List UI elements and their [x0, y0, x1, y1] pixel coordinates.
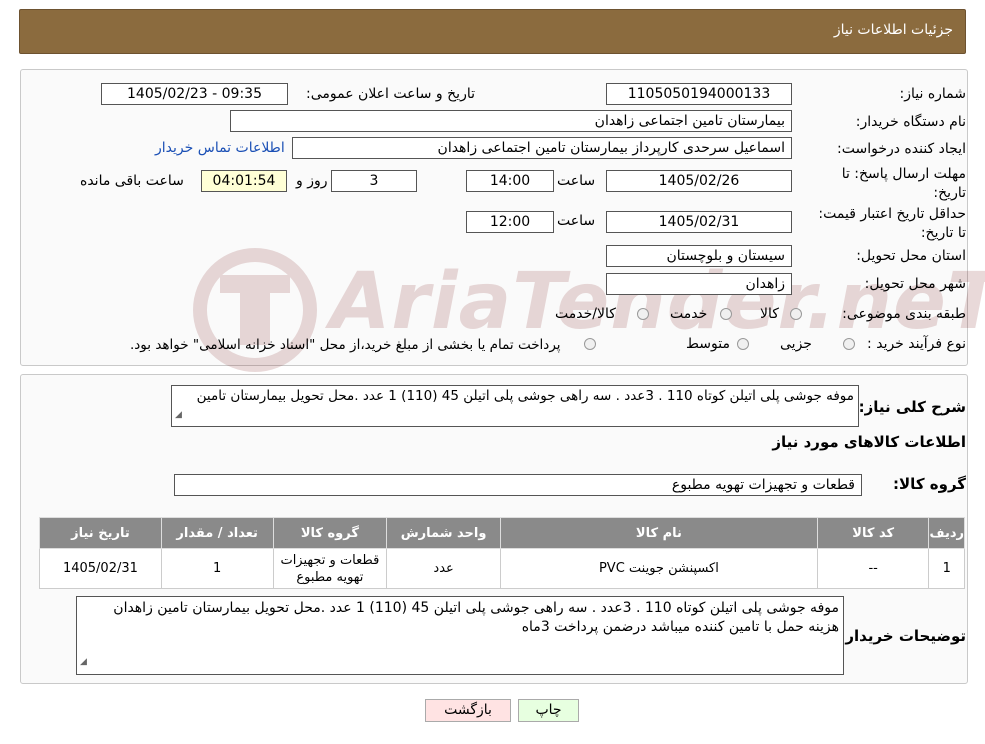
category-radio-goods-service[interactable]	[637, 308, 649, 320]
deadline-label: مهلت ارسال پاسخ: تا تاریخ:	[841, 166, 966, 201]
page-header: جزئیات اطلاعات نیاز	[19, 9, 966, 54]
cell-goods-name: اکسپنشن جوینت PVC	[499, 548, 818, 589]
city-field: زاهدان	[606, 273, 792, 295]
col-unit: واحد شمارش	[386, 517, 501, 549]
category-option-service: خدمت	[670, 306, 708, 322]
cell-goods-code: --	[816, 548, 930, 589]
col-goods-code: کد کالا	[816, 517, 930, 549]
remaining-label: ساعت باقی مانده	[80, 173, 184, 189]
need-number-label: شماره نیاز:	[899, 86, 967, 102]
deadline-time-field: 14:00	[466, 170, 554, 192]
min-valid-date-field: 1405/02/31	[606, 211, 792, 233]
cell-row-number: 1	[928, 548, 965, 589]
resize-handle-icon[interactable]: ◢	[175, 407, 182, 424]
requester-label: ایجاد کننده درخواست:	[837, 141, 966, 157]
goods-table: ردیف کد کالا نام کالا واحد شمارش گروه کا…	[39, 517, 965, 589]
province-field: سیستان و بلوچستان	[606, 245, 792, 267]
process-option-partial: جزیی	[780, 336, 812, 352]
remaining-time-field: 04:01:54	[201, 170, 287, 192]
buyer-org-field: بیمارستان تامین اجتماعی زاهدان	[230, 110, 792, 132]
cell-goods-group: قطعات و تجهیزات تهویه مطبوع	[272, 548, 388, 589]
announce-label: تاریخ و ساعت اعلان عمومی:	[306, 86, 475, 102]
buyer-notes-textarea[interactable]: موفه جوشی پلی اتیلن کوتاه 110 . 3عدد . س…	[76, 596, 844, 675]
goods-group-field: قطعات و تجهیزات تهویه مطبوع	[174, 474, 862, 496]
process-radio-partial[interactable]	[843, 338, 855, 350]
category-option-goods: کالا	[760, 306, 779, 322]
treasury-checkbox[interactable]	[584, 338, 596, 350]
days-label: روز و	[296, 173, 328, 189]
cell-unit: عدد	[386, 548, 501, 589]
need-number-field: 1105050194000133	[606, 83, 792, 105]
min-valid-time-field: 12:00	[466, 211, 554, 233]
category-option-goods-service: کالا/خدمت	[555, 306, 616, 322]
col-goods-name: نام کالا	[499, 517, 818, 549]
category-label: طبقه بندی موضوعی:	[842, 306, 966, 322]
buyer-contact-link[interactable]: اطلاعات تماس خریدار	[155, 140, 285, 156]
col-row-number: ردیف	[928, 517, 965, 549]
description-text: موفه جوشی پلی اتیلن کوتاه 110 . 3عدد . س…	[196, 388, 854, 404]
col-quantity: تعداد / مقدار	[160, 517, 274, 549]
page-title: جزئیات اطلاعات نیاز	[833, 22, 953, 38]
buyer-notes-label: توضیحات خریدار:	[839, 627, 966, 645]
col-need-date: تاریخ نیاز	[39, 517, 162, 549]
announce-field: 1405/02/23 - 09:35	[101, 83, 288, 105]
table-header-row: ردیف کد کالا نام کالا واحد شمارش گروه کا…	[39, 517, 965, 549]
goods-group-label: گروه کالا:	[893, 475, 966, 493]
resize-handle-icon[interactable]: ◢	[80, 653, 87, 672]
min-valid-label: حداقل تاریخ اعتبار قیمت: تا تاریخ:	[818, 206, 966, 241]
category-radio-goods[interactable]	[790, 308, 802, 320]
deadline-time-label: ساعت	[557, 173, 596, 189]
buyer-org-label: نام دستگاه خریدار:	[855, 114, 966, 130]
goods-info-title: اطلاعات کالاهای مورد نیاز	[772, 433, 966, 451]
category-radio-service[interactable]	[720, 308, 732, 320]
city-label: شهر محل تحویل:	[864, 276, 966, 292]
description-label: شرح کلی نیاز:	[858, 398, 966, 416]
province-label: استان محل تحویل:	[856, 248, 966, 264]
buyer-notes-text: موفه جوشی پلی اتیلن کوتاه 110 . 3عدد . س…	[113, 600, 839, 635]
deadline-date-field: 1405/02/26	[606, 170, 792, 192]
min-valid-time-label: ساعت	[557, 213, 596, 229]
table-row: 1 -- اکسپنشن جوینت PVC عدد قطعات و تجهیز…	[39, 548, 965, 589]
process-radio-medium[interactable]	[737, 338, 749, 350]
cell-need-date: 1405/02/31	[39, 548, 162, 589]
process-note: پرداخت تمام یا بخشی از مبلغ خرید،از محل …	[130, 337, 561, 353]
cell-quantity: 1	[160, 548, 274, 589]
days-field: 3	[331, 170, 417, 192]
process-option-medium: متوسط	[686, 336, 730, 352]
requester-field: اسماعیل سرحدی کارپرداز بیمارستان تامین ا…	[292, 137, 792, 159]
back-button[interactable]: بازگشت	[425, 699, 511, 722]
process-label: نوع فرآیند خرید :	[867, 336, 966, 352]
col-goods-group: گروه کالا	[272, 517, 388, 549]
description-textarea[interactable]: موفه جوشی پلی اتیلن کوتاه 110 . 3عدد . س…	[171, 385, 859, 427]
print-button[interactable]: چاپ	[518, 699, 579, 722]
